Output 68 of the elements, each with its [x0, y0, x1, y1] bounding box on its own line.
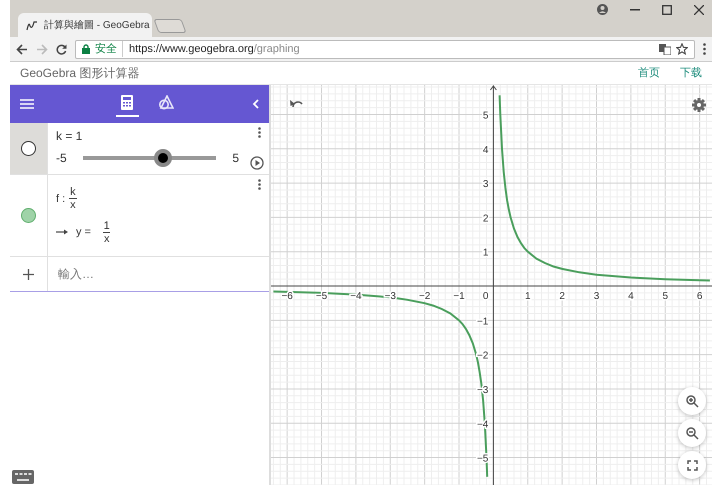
tick-label: −5: [316, 291, 328, 302]
visibility-toggle[interactable]: [21, 208, 36, 223]
lock-icon: [82, 44, 90, 54]
nav-link[interactable]: 下载: [680, 64, 702, 82]
maximize-icon[interactable]: [662, 4, 672, 14]
zoom-in-button[interactable]: [678, 387, 706, 415]
more-icon[interactable]: [258, 179, 261, 190]
fullscreen-icon[interactable]: [686, 460, 698, 470]
translate-icon[interactable]: [659, 44, 671, 54]
tick-label: 5: [662, 291, 668, 302]
more-icon[interactable]: [258, 127, 261, 138]
tick-label: 1: [524, 291, 531, 302]
numerator: 1: [104, 220, 110, 232]
tick-label: 2: [482, 213, 488, 224]
tick-label: 5: [482, 110, 488, 122]
tab-title: 計算與繪圖 - GeoGebra: [44, 18, 150, 32]
keyboard-icon[interactable]: [12, 470, 34, 484]
tick-label: 4: [628, 291, 634, 302]
tick-label: 3: [594, 291, 600, 302]
output-label: y =: [76, 224, 91, 240]
numerator: k: [70, 186, 76, 198]
fullscreen-button[interactable]: [678, 451, 706, 479]
security-label: 安全: [95, 42, 117, 57]
tick-label: −1: [476, 316, 488, 328]
input-field[interactable]: 輸入…: [56, 264, 261, 284]
slider-label: k = 1: [56, 128, 82, 145]
close-icon[interactable]: [694, 4, 704, 14]
definition-label: f :: [56, 192, 66, 207]
denominator: x: [102, 232, 110, 245]
tick-label: −2: [476, 350, 488, 362]
collapse-icon[interactable]: [252, 99, 259, 109]
tick-label: −6: [281, 291, 293, 302]
tick-label: −1: [453, 291, 465, 302]
menu-dots-icon[interactable]: [703, 43, 706, 55]
minimize-icon[interactable]: [630, 8, 640, 10]
tick-label: 4: [482, 144, 488, 156]
settings-icon[interactable]: [692, 98, 706, 112]
zoom-out-button[interactable]: [678, 419, 706, 447]
browser-tab[interactable]: 計算與繪圖 - GeoGebra: [18, 13, 152, 37]
tick-label: −2: [418, 291, 430, 302]
slider-max: 5: [232, 150, 239, 167]
tick-label: 2: [559, 291, 565, 302]
denominator: x: [69, 198, 77, 212]
reload-icon[interactable]: [56, 44, 67, 54]
undo-icon[interactable]: [289, 99, 303, 109]
site-title: GeoGebra 图形计算器: [20, 65, 140, 82]
add-icon[interactable]: [23, 268, 34, 280]
tick-label: 6: [696, 291, 702, 302]
tick-label: 1: [482, 248, 488, 259]
slider-min: -5: [56, 150, 67, 167]
account-icon[interactable]: [597, 4, 608, 15]
visibility-toggle[interactable]: [21, 141, 36, 156]
origin-label: 0: [482, 291, 488, 302]
app-logo-icon: [26, 20, 38, 30]
geometry-icon[interactable]: [159, 95, 174, 110]
calculator-icon[interactable]: [120, 95, 135, 110]
play-icon[interactable]: [250, 156, 264, 170]
arrow-icon: [56, 229, 68, 236]
zoom-out-icon[interactable]: [686, 426, 698, 440]
url-text: https://www.geogebra.org/graphing: [122, 40, 654, 58]
star-icon[interactable]: [676, 43, 688, 55]
nav-link[interactable]: 首页: [638, 64, 660, 82]
slider-thumb[interactable]: [154, 149, 172, 167]
address-bar[interactable]: 安全 https://www.geogebra.org/graphing: [75, 40, 695, 58]
back-icon[interactable]: [16, 44, 28, 54]
zoom-in-icon[interactable]: [686, 394, 698, 408]
menu-icon[interactable]: [20, 99, 34, 109]
tick-label: 3: [482, 179, 488, 190]
